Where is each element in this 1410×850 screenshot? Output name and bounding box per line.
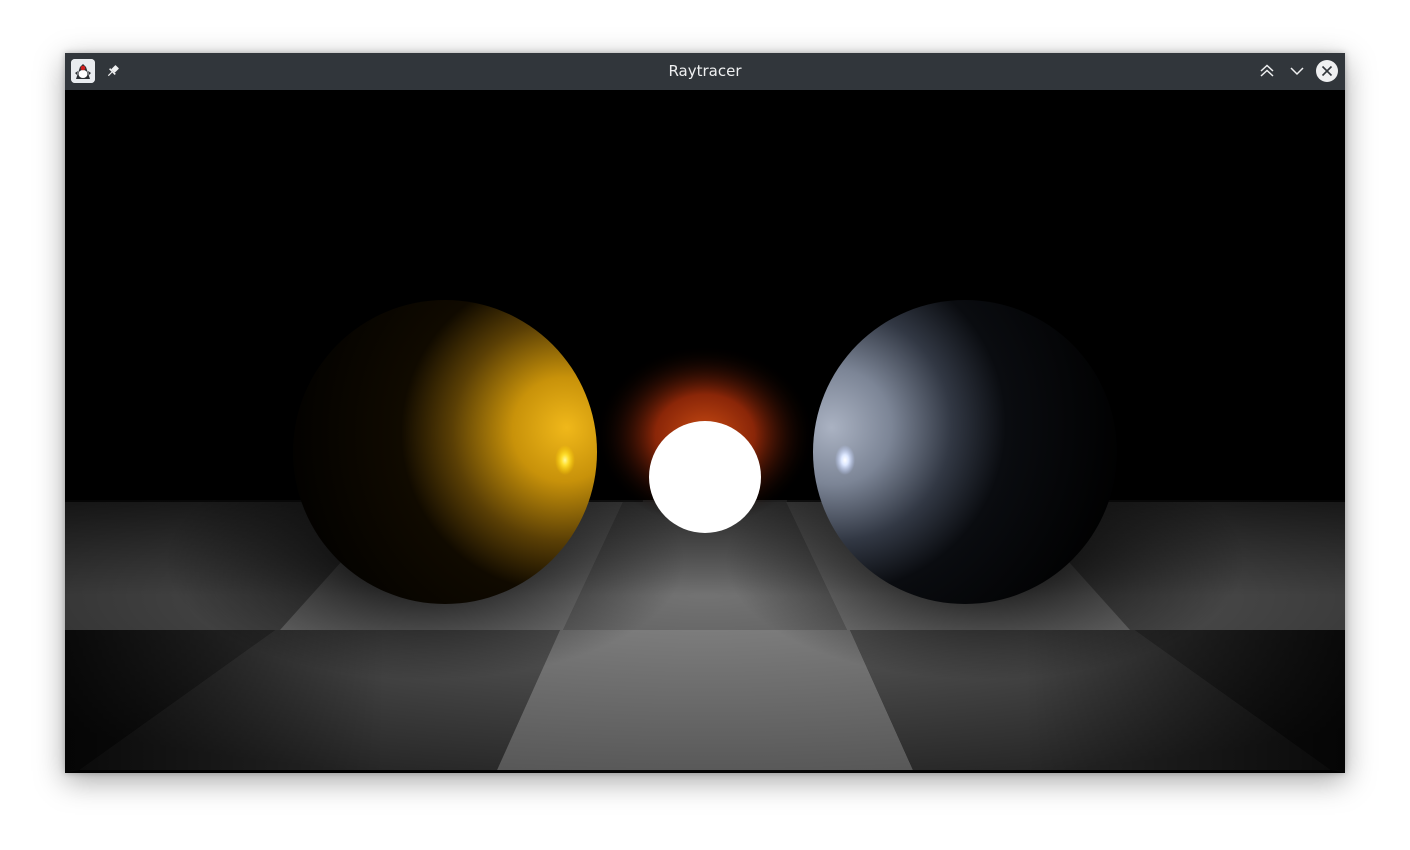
- raytracer-window: Raytracer: [65, 53, 1345, 773]
- title-bar[interactable]: Raytracer: [65, 53, 1345, 90]
- silver-sphere: [813, 300, 1117, 604]
- render-canvas: [65, 90, 1345, 773]
- java-duke-icon[interactable]: [71, 59, 95, 83]
- close-icon[interactable]: [1316, 60, 1338, 82]
- minimize-icon[interactable]: [1286, 60, 1308, 82]
- pin-icon[interactable]: [103, 61, 123, 81]
- white-light-sphere: [649, 421, 761, 533]
- keep-above-icon[interactable]: [1256, 60, 1278, 82]
- gold-sphere: [293, 300, 597, 604]
- window-title: Raytracer: [668, 62, 742, 80]
